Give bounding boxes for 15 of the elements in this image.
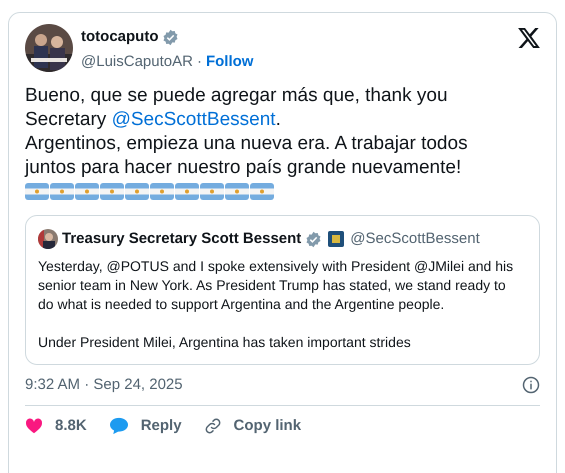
copy-button[interactable]: Copy link (204, 415, 302, 438)
tweet-text: Argentinos, empieza una nueva era. A trabajar todos juntos para hacer nuestro país grande nuevamente! (25, 132, 469, 180)
like-button[interactable]: 8.8K (25, 415, 87, 438)
quoted-author-name: Treasury Secretary Scott Bessent (62, 229, 302, 249)
quoted-tweet-text: Yesterday, @POTUS and I spoke extensively with President @JMilei and his senior team in New York. As President Trump has stated, we stand ready to do what is needed to support Argentina and the Argentine people. (38, 256, 514, 314)
quoted-tweet-text: Under President Milei, Argentina has taken important strides (38, 332, 412, 352)
mention-link[interactable]: @SecScottBessent (112, 109, 276, 130)
reply-button[interactable]: Reply (108, 415, 182, 438)
follow-link[interactable]: Follow (206, 50, 254, 73)
separator-dot: · (196, 52, 202, 72)
timestamp[interactable]: 9:32 AM · Sep 24, 2025 (25, 374, 183, 396)
author-handle[interactable]: @LuisCaputoAR (81, 50, 193, 73)
author-name[interactable]: totocaputo (81, 26, 158, 48)
quoted-author-handle: @SecScottBessent (350, 229, 480, 249)
tweet-text: Bueno, que se puede agregar más que, thank you Secretary @SecScottBessent. (25, 84, 449, 132)
